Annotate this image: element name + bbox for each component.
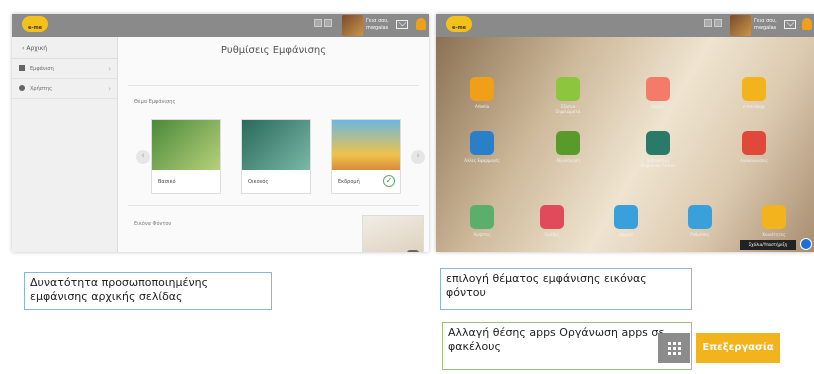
app-label: Χρήστες (473, 232, 491, 237)
note-apps-move: Αλλαγή θέσης apps Οργάνωση apps σε φακέλ… (442, 322, 692, 370)
app-arbelia[interactable] (470, 77, 494, 101)
app-label: Έξυπνα Σημειώματα (555, 104, 581, 114)
app-groups[interactable] (540, 205, 564, 229)
sidebar-item-label: Χρήστης (30, 86, 53, 92)
page-title: Ρυθμίσεις Εμφάνισης (220, 45, 327, 56)
app-label: Arbelia (474, 104, 490, 109)
camera-icon[interactable] (407, 250, 419, 252)
app-label: Ρυθμίσεις (690, 232, 710, 237)
support-badge[interactable]: Σχόλια/Υποστήριξη (740, 240, 796, 250)
app-notes[interactable] (556, 77, 580, 101)
theme-thumbnail (332, 120, 400, 170)
theme-card-basic[interactable]: Βασικό (151, 119, 221, 194)
eme-logo[interactable]: e-me (446, 16, 476, 35)
avatar[interactable] (342, 15, 363, 36)
app-label: e-me blogs (742, 104, 766, 109)
app-label: Ανακοινώσεις (740, 158, 768, 163)
eye-icon[interactable] (800, 238, 812, 250)
back-label: Αρχική (26, 45, 48, 52)
sidebar-item-appearance[interactable]: Εμφάνιση › (12, 59, 117, 79)
desktop-screenshot: e-me Γεια σου, mwgalas Arbelia Έξυπνα Ση… (436, 14, 814, 252)
check-icon: ✓ (383, 175, 395, 187)
edit-button-label: Επεξεργασία (696, 333, 780, 363)
app-blogs[interactable] (742, 77, 766, 101)
theme-section-label: Θέμα Εμφάνισης (134, 99, 176, 105)
user-gear-icon (19, 85, 25, 91)
theme-card-ocean[interactable]: Οικονός (241, 119, 311, 194)
app-label: Αξιολόγηση (556, 158, 580, 163)
background-section-label: Εικόνα Φόντου (134, 221, 172, 227)
window-control-icon[interactable] (704, 19, 712, 27)
app-assessment[interactable] (556, 131, 580, 155)
eme-logo[interactable]: e-me (22, 16, 52, 35)
grid-icon (658, 333, 690, 363)
divider (128, 205, 419, 206)
settings-sidebar: ‹ Αρχική Εμφάνιση › Χρήστης › (12, 37, 118, 252)
back-button[interactable]: ‹ Αρχική (12, 37, 117, 59)
app-label: Κοινότητες (762, 232, 786, 237)
theme-next-button[interactable]: › (411, 150, 425, 164)
settings-main: Ρυθμίσεις Εμφάνισης Θέμα Εμφάνισης ‹ Βασ… (118, 37, 429, 252)
top-bar: e-me Γεια σου, mwgalas (436, 14, 814, 37)
user-greeting: Γεια σου, mwgalas (754, 18, 777, 31)
app-label: Βιβλιοθήκη Ψηφιακού Υλικού (641, 158, 675, 168)
app-communities[interactable] (762, 205, 786, 229)
window-control-icon[interactable] (714, 19, 722, 27)
app-other[interactable] (470, 131, 494, 155)
app-archive[interactable] (646, 77, 670, 101)
app-label: Ομάδες (544, 232, 560, 237)
desktop-area: Arbelia Έξυπνα Σημειώματα Αρχείο e-me bl… (436, 37, 814, 252)
note-personalization: Δυνατότητα προσωποποιημένης εμφάνισης αρ… (24, 272, 272, 310)
note-background-theme: επιλογή θέματος εμφάνισης εικόνας φόντου (440, 268, 692, 310)
notification-bell-icon[interactable] (416, 18, 426, 30)
app-announcements[interactable] (742, 131, 766, 155)
settings-screenshot: e-me Γεια σου, mwgalas ‹ Αρχική Εμφάνιση… (12, 14, 429, 252)
app-label: Αρχείο (651, 104, 665, 109)
chevron-right-icon: › (108, 65, 111, 73)
theme-prev-button[interactable]: ‹ (136, 150, 150, 164)
chevron-right-icon: › (108, 85, 111, 93)
theme-name: Εκδρομή (338, 179, 360, 185)
app-label: Αρχεία (619, 232, 633, 237)
theme-name: Οικονός (248, 179, 269, 185)
theme-thumbnail (242, 120, 310, 170)
avatar[interactable] (730, 15, 751, 36)
sidebar-item-user[interactable]: Χρήστης › (12, 79, 117, 99)
divider (128, 85, 419, 86)
theme-name: Βασικό (158, 179, 176, 185)
theme-card-excursion[interactable]: Εκδρομή ✓ (331, 119, 401, 194)
window-control-icon[interactable] (324, 19, 332, 27)
window-control-icon[interactable] (314, 19, 322, 27)
top-bar: e-me Γεια σου, mwgalas (12, 14, 429, 37)
notification-bell-icon[interactable] (802, 18, 812, 30)
app-files[interactable] (614, 205, 638, 229)
sidebar-item-label: Εμφάνιση (30, 66, 54, 72)
logo-text: e-me (452, 25, 467, 31)
app-users[interactable] (470, 205, 494, 229)
logo-text: e-me (28, 25, 43, 31)
app-settings[interactable] (688, 205, 712, 229)
user-greeting: Γεια σου, mwgalas (366, 18, 389, 31)
app-library[interactable] (646, 131, 670, 155)
edit-button[interactable]: Επεξεργασία (658, 333, 780, 363)
paint-roller-icon (19, 65, 25, 71)
mail-icon[interactable] (784, 20, 796, 29)
app-label: Άλλες Εφαρμογές (464, 158, 500, 163)
background-thumbnail[interactable] (362, 215, 424, 252)
theme-thumbnail (152, 120, 220, 170)
mail-icon[interactable] (396, 20, 408, 29)
